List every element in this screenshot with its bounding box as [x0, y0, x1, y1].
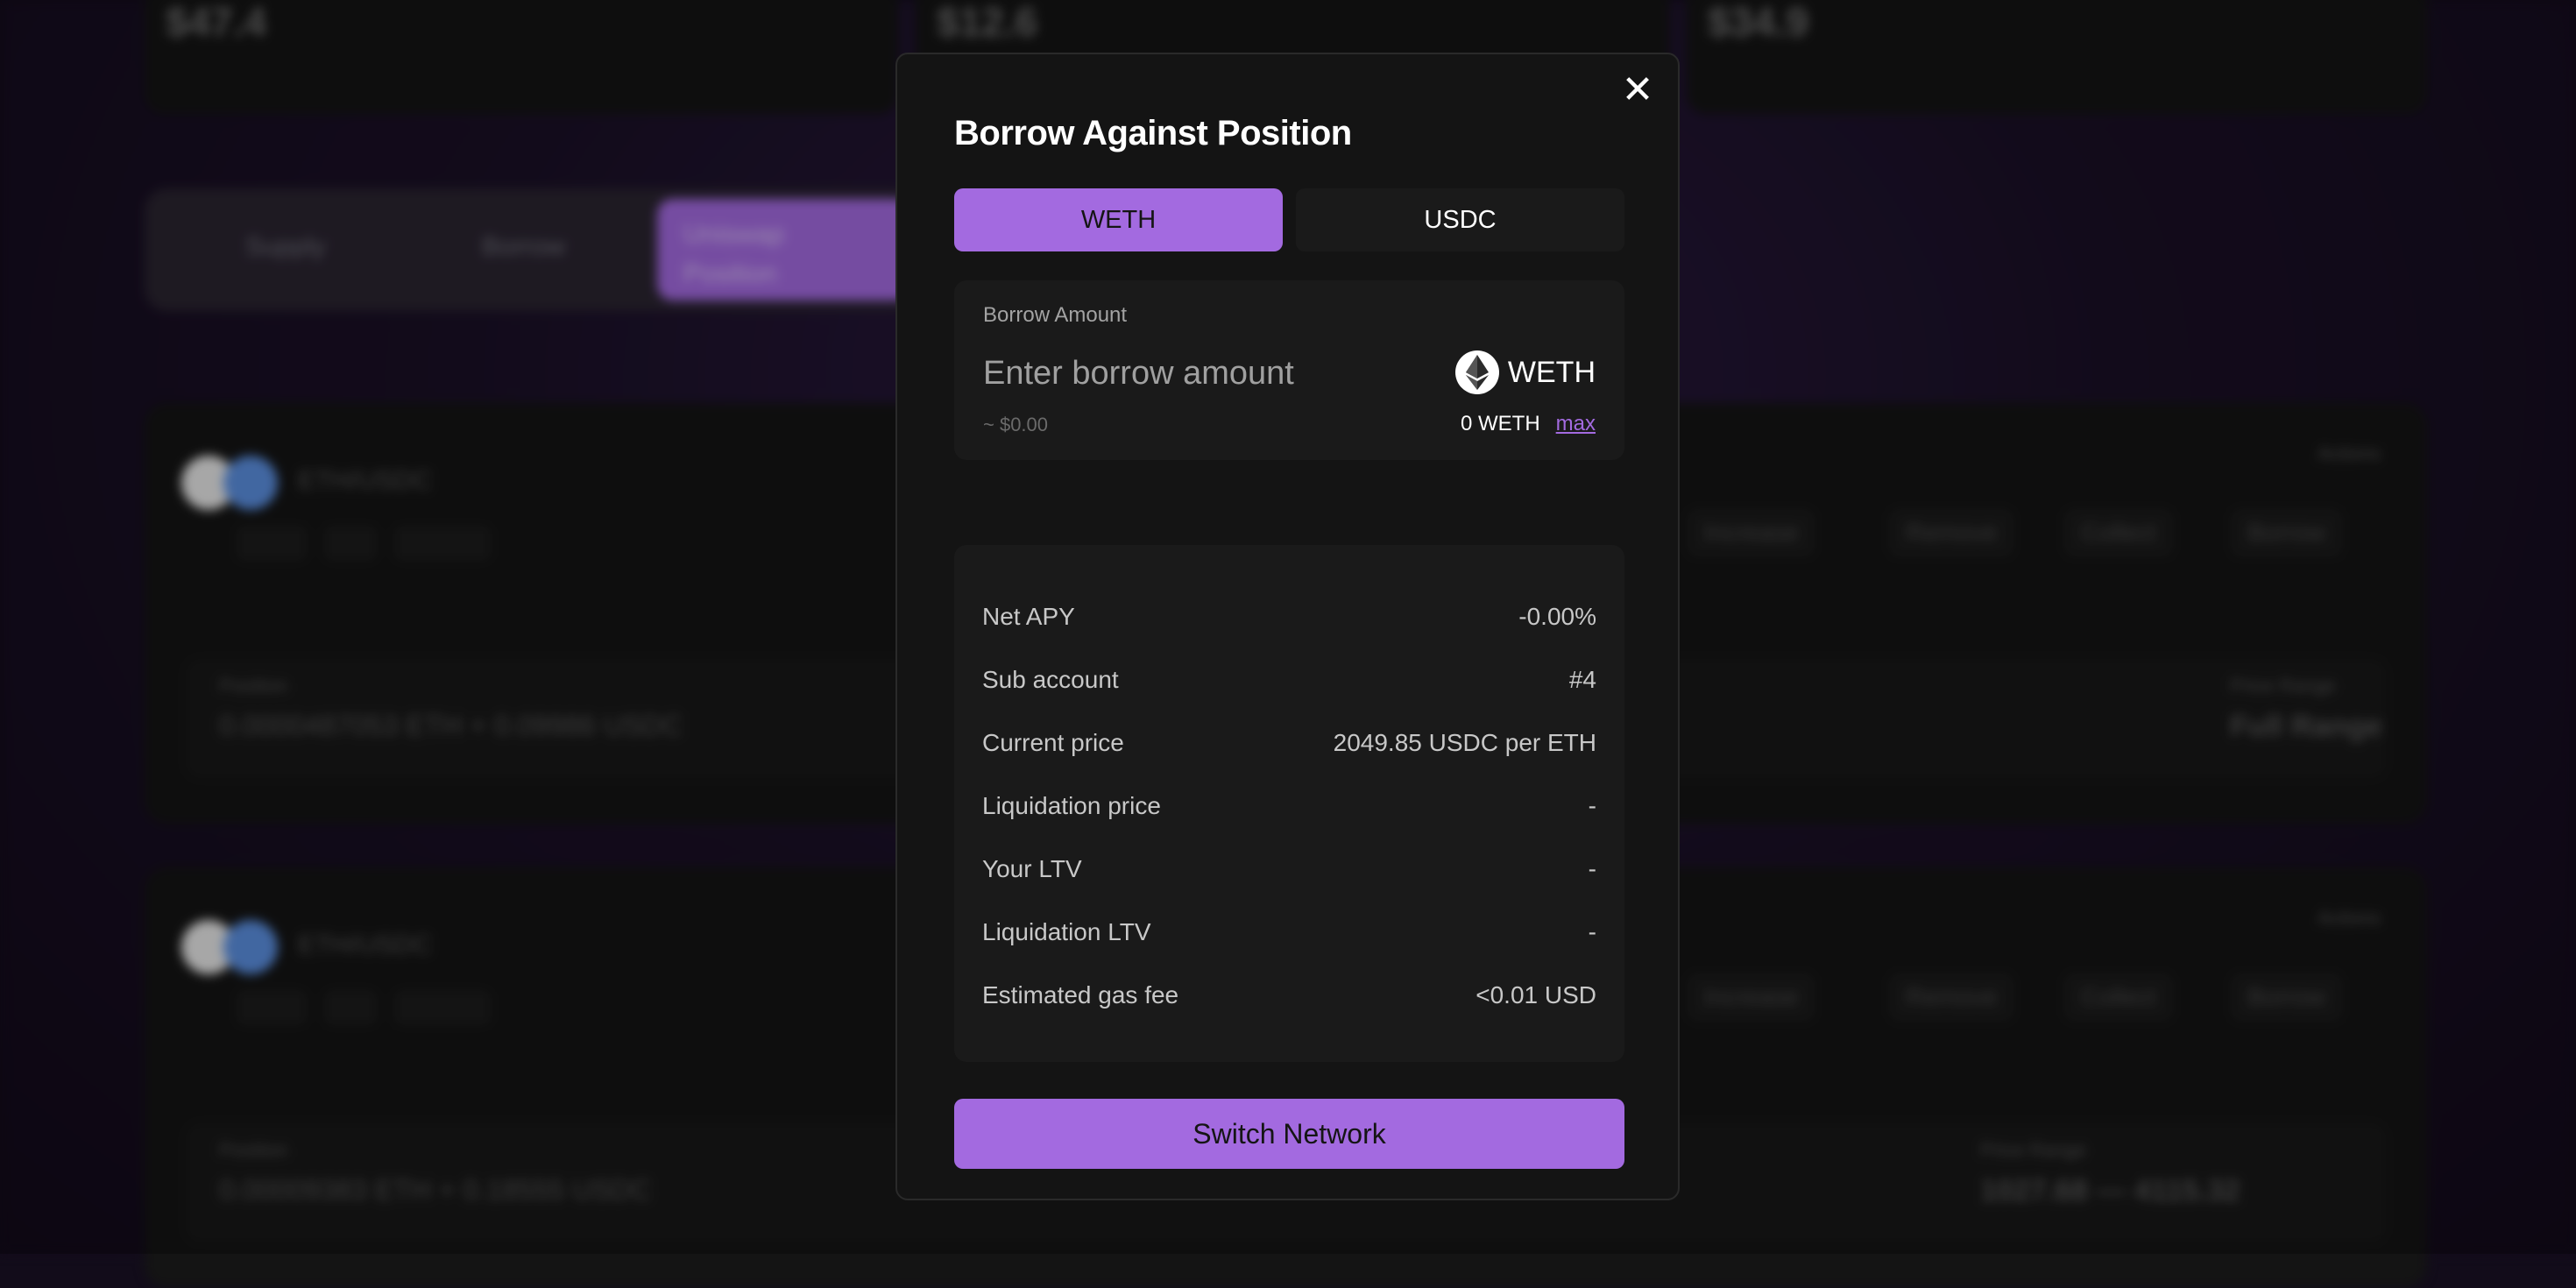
detail-value: -0.00%: [1518, 603, 1596, 630]
balance-row: 0 WETH max: [1461, 412, 1596, 436]
detail-label: Current price: [982, 729, 1124, 756]
detail-row-net-apy: Net APY -0.00%: [982, 599, 1596, 634]
detail-label: Your LTV: [982, 855, 1082, 882]
max-link[interactable]: max: [1556, 412, 1596, 436]
token-selector[interactable]: WETH: [1454, 350, 1596, 394]
detail-value: 2049.85 USDC per ETH: [1333, 729, 1596, 756]
tab-weth[interactable]: WETH: [954, 188, 1283, 251]
detail-label: Estimated gas fee: [982, 981, 1179, 1008]
modal-title: Borrow Against Position: [954, 114, 1352, 152]
ethereum-icon: [1454, 350, 1499, 394]
borrow-modal: ✕ Borrow Against Position WETH USDC Borr…: [895, 53, 1680, 1200]
usd-value: ~ $0.00: [983, 414, 1049, 435]
detail-row-estimated-gas-fee: Estimated gas fee <0.01 USD: [982, 978, 1596, 1013]
borrow-amount-panel: Borrow Amount WETH ~ $0.00 0 WETH max: [954, 280, 1624, 460]
detail-label: Liquidation price: [982, 792, 1161, 819]
detail-row-liquidation-ltv: Liquidation LTV -: [982, 915, 1596, 950]
token-balance: 0 WETH: [1460, 412, 1540, 435]
borrow-amount-label: Borrow Amount: [983, 303, 1128, 327]
detail-value: -: [1588, 918, 1596, 945]
borrow-amount-input[interactable]: [983, 349, 1421, 398]
token-symbol: WETH: [1507, 355, 1596, 389]
detail-row-sub-account: Sub account #4: [982, 662, 1596, 697]
detail-value: <0.01 USD: [1476, 981, 1596, 1008]
switch-network-button[interactable]: Switch Network: [954, 1099, 1624, 1169]
close-button[interactable]: ✕: [1613, 65, 1662, 114]
detail-row-liquidation-price: Liquidation price -: [982, 789, 1596, 824]
close-icon: ✕: [1621, 67, 1654, 111]
detail-label: Net APY: [982, 603, 1075, 630]
tab-usdc[interactable]: USDC: [1296, 188, 1624, 251]
detail-row-your-ltv: Your LTV -: [982, 852, 1596, 887]
detail-value: -: [1588, 855, 1596, 882]
detail-label: Liquidation LTV: [982, 918, 1151, 945]
borrow-details-panel: Net APY -0.00% Sub account #4 Current pr…: [954, 545, 1624, 1062]
detail-value: -: [1588, 792, 1596, 819]
detail-value: #4: [1568, 666, 1596, 693]
detail-label: Sub account: [982, 666, 1119, 693]
detail-row-current-price: Current price 2049.85 USDC per ETH: [982, 725, 1596, 761]
